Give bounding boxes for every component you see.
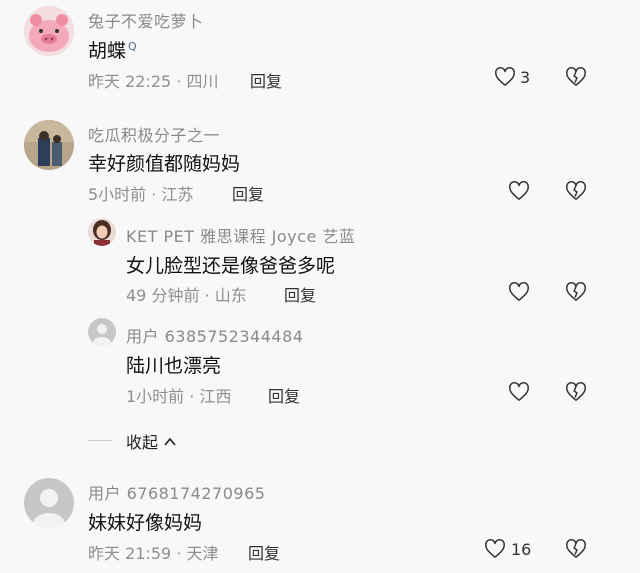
default-avatar-icon[interactable] [88,318,116,346]
comment-text: 胡蝶 Q [88,36,137,63]
avatar[interactable] [24,120,74,170]
comment-location: 江西 [199,387,232,406]
comment-meta: 昨天 21:59 · 天津 [88,544,219,563]
search-icon[interactable]: Q [128,40,137,53]
username[interactable]: 用户 6768174270965 [88,480,265,504]
comment-location: 山东 [214,286,247,305]
heart-outline-icon[interactable] [508,381,530,403]
collapse-divider [88,440,112,441]
reply-button[interactable]: 回复 [248,540,280,564]
comment-text: 女儿脸型还是像爸爸多呢 [126,255,336,277]
comment-location: 江苏 [161,185,194,204]
heart-outline-icon[interactable] [484,538,506,560]
username[interactable]: KET PET 雅思课程 Joyce 艺蓝 [126,223,355,247]
comment-meta: 49 分钟前 · 山东 [126,286,247,305]
username[interactable]: 用户 6385752344484 [126,323,303,347]
comment-text: 陆川也漂亮 [126,355,222,377]
heart-broken-icon[interactable] [565,538,587,560]
like-count: 16 [511,540,532,559]
reply-button[interactable]: 回复 [284,282,316,306]
reply-button[interactable]: 回复 [250,68,282,92]
heart-broken-icon[interactable] [565,381,587,403]
comment-time: 昨天 22:25 [88,72,172,91]
comment-location: 四川 [186,72,219,91]
reply-button[interactable]: 回复 [268,383,300,407]
reply-button[interactable]: 回复 [232,181,264,205]
comment-location: 天津 [186,544,219,563]
comment-meta: 昨天 22:25 · 四川 [88,72,219,91]
heart-outline-icon[interactable] [494,66,516,88]
like-count: 3 [520,68,531,87]
avatar[interactable] [88,218,116,246]
heart-broken-icon[interactable] [565,180,587,202]
collapse-label: 收起 [126,433,159,452]
username[interactable]: 兔子不爱吃萝卜 [88,8,204,32]
comment-text: 妹妹好像妈妈 [88,512,203,534]
heart-outline-icon[interactable] [508,180,530,202]
comment-time: 1小时前 [126,387,185,406]
heart-broken-icon[interactable] [565,66,587,88]
username[interactable]: 吃瓜积极分子之一 [88,122,220,146]
avatar[interactable] [24,6,74,56]
comment-time: 昨天 21:59 [88,544,172,563]
comment-time: 5小时前 [88,185,147,204]
heart-broken-icon[interactable] [565,281,587,303]
comment-text-content: 胡蝶 [88,40,127,62]
comment-meta: 1小时前 · 江西 [126,387,232,406]
chevron-up-icon [164,437,176,446]
heart-outline-icon[interactable] [508,281,530,303]
collapse-replies-button[interactable]: 收起 [126,429,177,453]
default-avatar-icon[interactable] [24,478,74,528]
comment-meta: 5小时前 · 江苏 [88,185,194,204]
comment-text: 幸好颜值都随妈妈 [88,153,241,175]
comment-time: 49 分钟前 [126,286,200,305]
